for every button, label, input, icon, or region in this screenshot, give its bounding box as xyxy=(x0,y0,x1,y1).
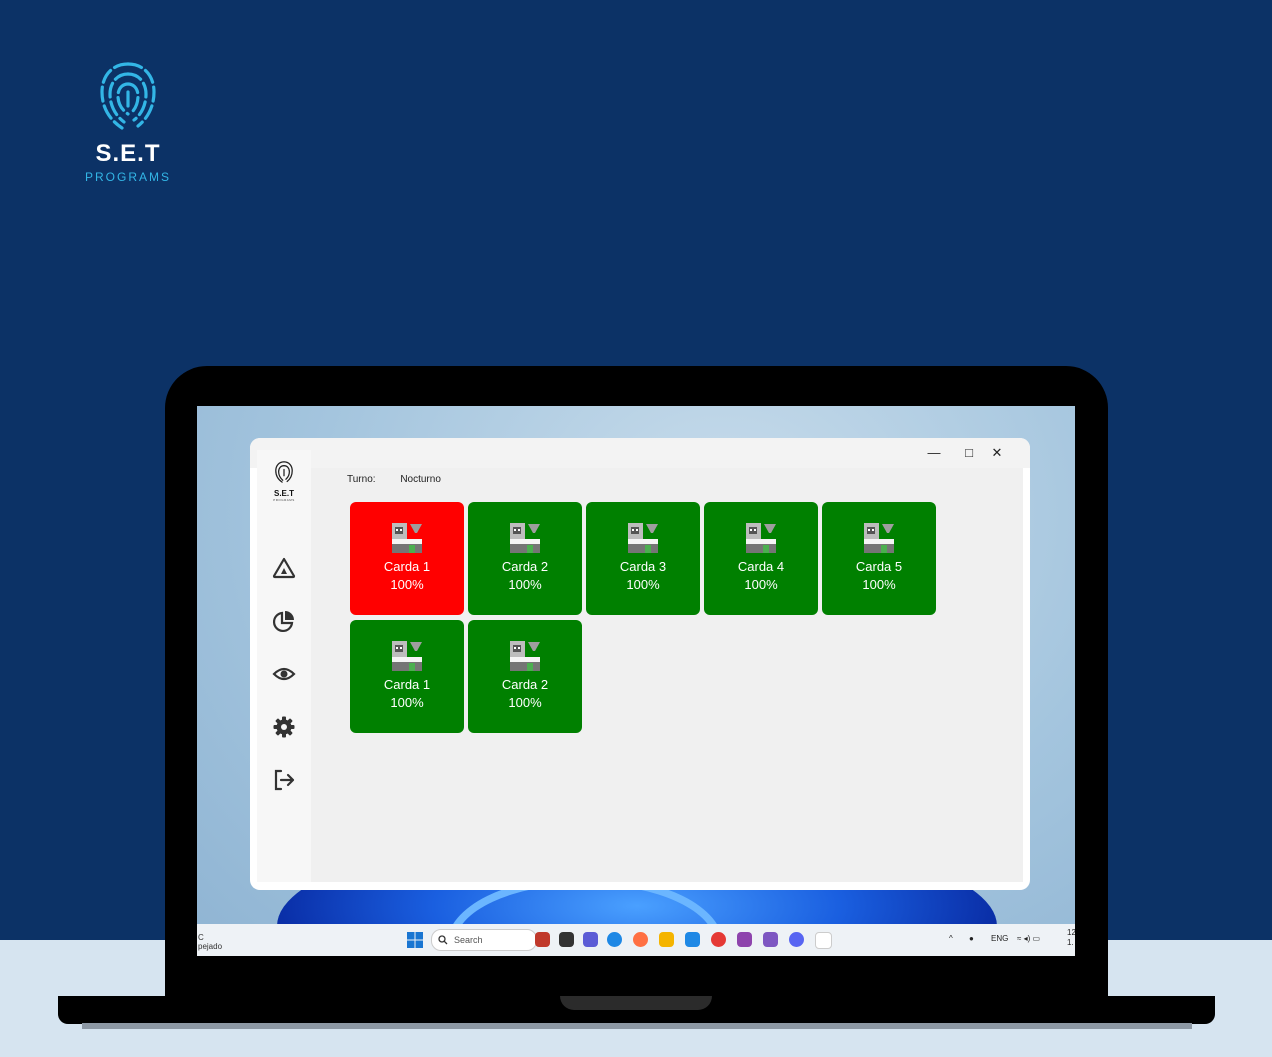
taskbar-search[interactable]: Search xyxy=(431,929,537,951)
chrome-icon[interactable] xyxy=(711,932,726,947)
machine-icon xyxy=(745,522,777,559)
minimize-button[interactable]: — xyxy=(922,442,946,464)
clock[interactable]: 12 1. xyxy=(1067,928,1075,948)
microphone-icon[interactable]: ● xyxy=(969,934,974,943)
machine-icon xyxy=(863,522,895,559)
machine-tile[interactable]: Carda 5 100% xyxy=(822,502,936,615)
app-logo-subtitle: PROGRAMS xyxy=(273,498,295,502)
file-explorer-icon[interactable] xyxy=(659,932,674,947)
shift-label: Turno: xyxy=(347,474,376,485)
laptop-shadow xyxy=(82,1023,1192,1029)
language-indicator[interactable]: ENG xyxy=(991,934,1008,943)
pie-chart-icon[interactable] xyxy=(272,609,296,633)
taskbar: C pejado Search ^ ● ENG ≈ ◂) ▭ 12 1. xyxy=(197,924,1075,956)
weather-status: pejado xyxy=(198,942,223,951)
visual-studio-icon-2[interactable] xyxy=(763,932,778,947)
machine-tile[interactable]: Carda 2 100% xyxy=(468,502,582,615)
chat-app-icon[interactable] xyxy=(583,932,598,947)
logout-icon[interactable] xyxy=(272,768,296,792)
machine-icon xyxy=(391,522,423,559)
machine-tile[interactable]: Carda 2 100% xyxy=(468,620,582,733)
sidebar: S.E.T PROGRAMS xyxy=(257,450,311,882)
app-window-icon[interactable] xyxy=(815,932,832,949)
machine-label: Carda 2 xyxy=(501,677,549,692)
title-bar: — □ ✕ xyxy=(250,438,1030,468)
machine-label: Carda 3 xyxy=(619,559,667,574)
laptop-screen: — □ ✕ S.E.T PROGRAMS Turno: Nocturno Car… xyxy=(197,406,1075,956)
machine-percentage: 100% xyxy=(508,695,542,710)
machine-percentage: 100% xyxy=(390,695,424,710)
maximize-button[interactable]: □ xyxy=(957,442,981,464)
machine-icon xyxy=(509,522,541,559)
weather-temp: C xyxy=(198,933,204,942)
weather-widget[interactable]: C pejado xyxy=(198,933,222,951)
brand-subtitle: PROGRAMS xyxy=(84,170,171,184)
machine-percentage: 100% xyxy=(626,577,660,592)
firefox-icon[interactable] xyxy=(633,932,648,947)
machine-tile[interactable]: Carda 1 100% xyxy=(350,620,464,733)
task-view-icon[interactable] xyxy=(559,932,574,947)
machine-label: Carda 5 xyxy=(855,559,903,574)
eye-icon[interactable] xyxy=(272,662,296,686)
main-content: Turno: Nocturno Carda 1 100% Carda 2 100% Ca… xyxy=(311,468,1023,882)
machine-percentage: 100% xyxy=(508,577,542,592)
shift-indicator: Turno: Nocturno xyxy=(347,474,441,485)
brand-logo: S.E.T PROGRAMS xyxy=(72,58,184,184)
alert-triangle-icon[interactable] xyxy=(272,556,296,580)
machine-label: Carda 1 xyxy=(383,559,431,574)
app-window: — □ ✕ S.E.T PROGRAMS Turno: Nocturno Car… xyxy=(250,438,1030,890)
machine-percentage: 100% xyxy=(390,577,424,592)
app-logo-name: S.E.T xyxy=(273,489,294,498)
edge-icon[interactable] xyxy=(607,932,622,947)
gear-icon[interactable] xyxy=(272,715,296,739)
chess-app-icon[interactable] xyxy=(535,932,550,947)
clock-time: 12 xyxy=(1067,928,1075,937)
clock-date: 1. xyxy=(1067,938,1074,947)
machine-label: Carda 1 xyxy=(383,677,431,692)
app-logo: S.E.T PROGRAMS xyxy=(257,460,311,502)
start-icon[interactable] xyxy=(407,932,423,953)
discord-icon[interactable] xyxy=(789,932,804,947)
machine-tile[interactable]: Carda 4 100% xyxy=(704,502,818,615)
machine-icon xyxy=(391,640,423,677)
machine-tile[interactable]: Carda 3 100% xyxy=(586,502,700,615)
network-volume-battery-icons[interactable]: ≈ ◂) ▭ xyxy=(1017,934,1040,943)
machine-tile[interactable]: Carda 1 100% xyxy=(350,502,464,615)
brand-name: S.E.T xyxy=(95,140,161,167)
machine-label: Carda 2 xyxy=(501,559,549,574)
machine-icon xyxy=(627,522,659,559)
vscode-icon[interactable] xyxy=(685,932,700,947)
fingerprint-icon xyxy=(100,62,156,130)
machine-percentage: 100% xyxy=(744,577,778,592)
machine-percentage: 100% xyxy=(862,577,896,592)
search-icon xyxy=(438,935,448,945)
fingerprint-icon xyxy=(275,461,293,483)
close-button[interactable]: ✕ xyxy=(985,442,1009,464)
machine-icon xyxy=(509,640,541,677)
search-placeholder: Search xyxy=(454,935,483,945)
chevron-up-icon[interactable]: ^ xyxy=(949,934,953,943)
laptop-notch xyxy=(560,996,712,1010)
shift-value: Nocturno xyxy=(400,474,441,485)
machine-label: Carda 4 xyxy=(737,559,785,574)
visual-studio-icon[interactable] xyxy=(737,932,752,947)
